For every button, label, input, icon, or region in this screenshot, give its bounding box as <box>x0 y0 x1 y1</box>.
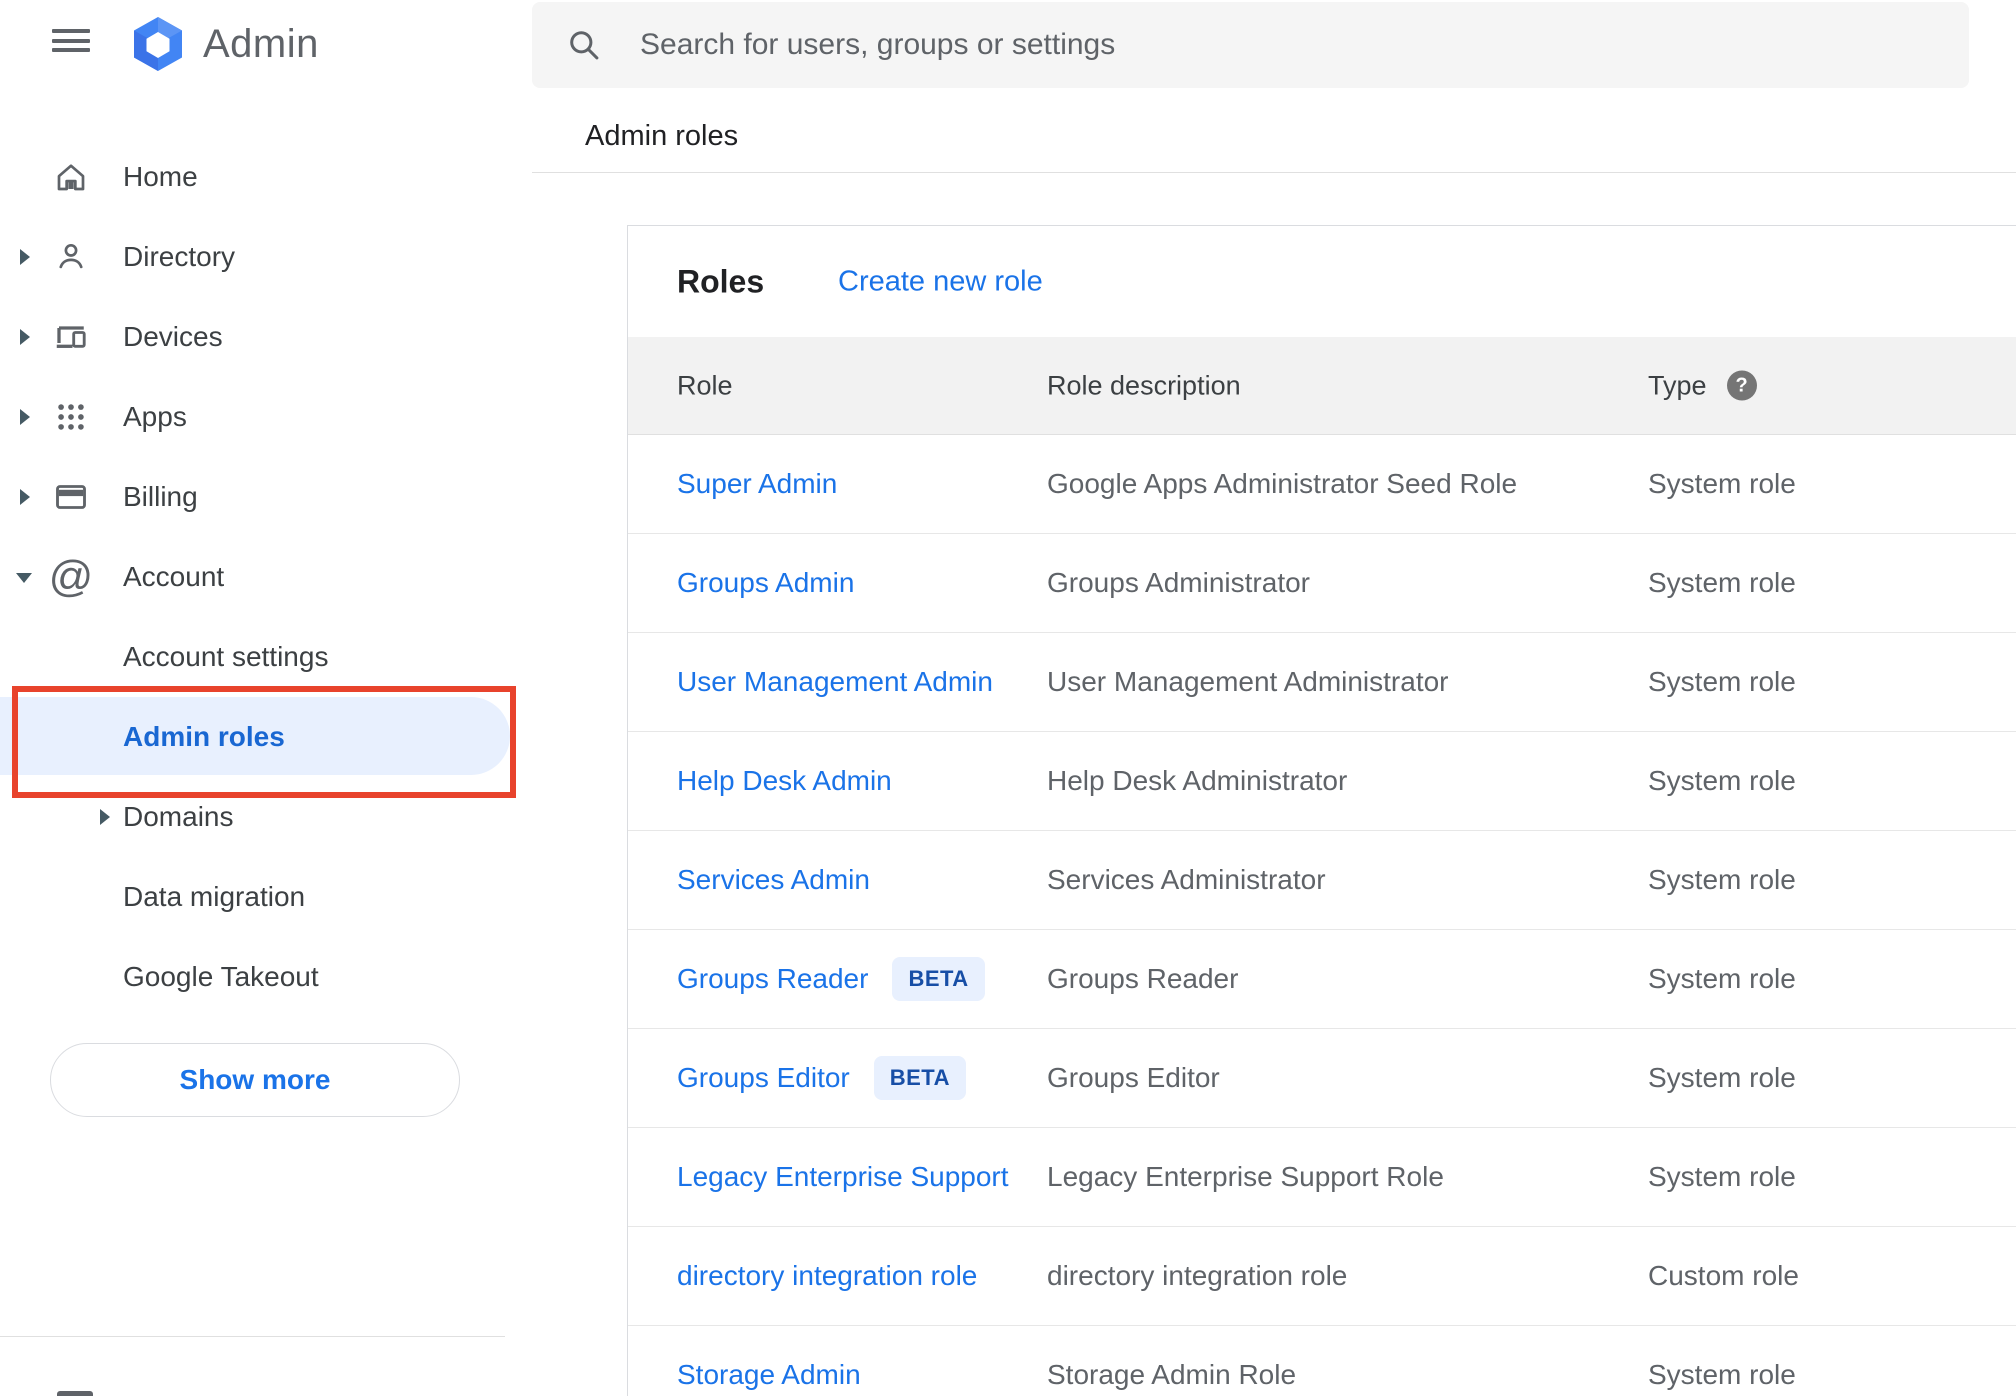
beta-badge: BETA <box>892 957 985 1001</box>
roles-card: Roles Create new role Role Role descript… <box>627 225 2016 1396</box>
sidebar-item-label: Home <box>123 161 198 192</box>
chevron-right-icon[interactable] <box>20 329 30 345</box>
role-type: System role <box>1648 765 1796 796</box>
sidebar-item-data-migration[interactable]: Data migration <box>0 857 510 937</box>
role-description: Google Apps Administrator Seed Role <box>1047 468 1518 499</box>
role-description: Groups Reader <box>1047 963 1239 994</box>
create-new-role-link[interactable]: Create new role <box>838 265 1043 298</box>
roles-title: Roles <box>677 263 765 299</box>
table-row: directory integration role directory int… <box>628 1227 2016 1326</box>
role-description: Storage Admin Role <box>1047 1359 1297 1390</box>
role-type: System role <box>1648 468 1796 499</box>
role-type: System role <box>1648 1161 1796 1192</box>
billing-card-icon <box>52 475 90 519</box>
sidebar-item-label: Domains <box>123 801 234 832</box>
admin-logo: Admin <box>129 16 319 72</box>
role-description: Help Desk Administrator <box>1047 765 1348 796</box>
help-icon[interactable]: ? <box>1726 370 1757 401</box>
chevron-down-icon[interactable] <box>16 573 32 583</box>
sidebar-item-billing[interactable]: Billing <box>0 457 510 537</box>
sidebar-item-label: Billing <box>123 481 198 512</box>
chevron-right-icon[interactable] <box>20 409 30 425</box>
role-type: System role <box>1648 963 1796 994</box>
sidebar-item-domains[interactable]: Domains <box>0 777 510 857</box>
role-link[interactable]: Legacy Enterprise Support <box>677 1161 1009 1193</box>
chevron-right-icon[interactable] <box>100 809 110 825</box>
at-sign-icon: @ <box>48 552 94 601</box>
role-description: Legacy Enterprise Support Role <box>1047 1161 1444 1192</box>
table-header-row: Role Role description Type ? <box>628 337 2016 435</box>
sidebar-item-directory[interactable]: Directory <box>0 217 510 297</box>
role-link[interactable]: Services Admin <box>677 864 870 896</box>
role-type: Custom role <box>1648 1260 1799 1291</box>
role-description: User Management Administrator <box>1047 666 1449 697</box>
role-description: directory integration role <box>1047 1260 1348 1291</box>
sidebar-item-label: Google Takeout <box>123 961 319 992</box>
sidebar-item-label: Account settings <box>123 641 329 672</box>
role-link[interactable]: Groups Admin <box>677 567 854 599</box>
sidebar-item-label: Directory <box>123 241 236 272</box>
role-description: Services Administrator <box>1047 864 1326 895</box>
role-description: Groups Administrator <box>1047 567 1310 598</box>
sidebar-item-devices[interactable]: Devices <box>0 297 510 377</box>
role-type: System role <box>1648 1359 1796 1390</box>
show-more-button[interactable]: Show more <box>50 1043 460 1117</box>
sidebar-item-apps[interactable]: Apps <box>0 377 510 457</box>
table-row: Storage Admin Storage Admin Role System … <box>628 1326 2016 1396</box>
devices-icon <box>52 315 90 359</box>
partial-bottom-icon <box>57 1391 93 1396</box>
table-row: Groups Admin Groups Administrator System… <box>628 534 2016 633</box>
app-title: Admin <box>203 21 319 66</box>
google-admin-console: Admin Admin roles Home <box>0 0 2016 1396</box>
role-link[interactable]: Groups Editor <box>677 1062 850 1094</box>
sidebar-item-account-settings[interactable]: Account settings <box>0 617 510 697</box>
table-row: Help Desk Admin Help Desk Administrator … <box>628 732 2016 831</box>
breadcrumb-divider <box>532 172 2016 173</box>
sidebar: Home Directory Devices Apps Billing @ Ac… <box>0 137 510 1017</box>
apps-grid-icon <box>52 395 90 439</box>
search-icon <box>570 31 599 60</box>
role-link[interactable]: Storage Admin <box>677 1359 861 1391</box>
sidebar-item-account[interactable]: @ Account <box>0 537 510 617</box>
breadcrumb: Admin roles <box>585 120 739 152</box>
table-row: Groups Editor BETA Groups Editor System … <box>628 1029 2016 1128</box>
role-link[interactable]: Help Desk Admin <box>677 765 892 797</box>
sidebar-item-home[interactable]: Home <box>0 137 510 217</box>
role-link[interactable]: User Management Admin <box>677 666 993 698</box>
role-type: System role <box>1648 1062 1796 1093</box>
column-header-type: Type <box>1648 370 1707 400</box>
search-bar[interactable] <box>532 2 1969 88</box>
sidebar-item-admin-roles[interactable]: Admin roles <box>0 697 510 777</box>
role-link[interactable]: directory integration role <box>677 1260 977 1292</box>
table-row: Legacy Enterprise Support Legacy Enterpr… <box>628 1128 2016 1227</box>
role-type: System role <box>1648 864 1796 895</box>
sidebar-item-label: Admin roles <box>123 721 285 752</box>
role-link[interactable]: Groups Reader <box>677 963 868 995</box>
sidebar-bottom-divider <box>0 1336 505 1337</box>
role-link[interactable]: Super Admin <box>677 468 837 500</box>
sidebar-item-label: Data migration <box>123 881 306 912</box>
sidebar-item-label: Apps <box>123 401 187 432</box>
roles-card-header: Roles Create new role <box>628 226 2016 337</box>
person-icon <box>52 235 90 279</box>
role-type: System role <box>1648 666 1796 697</box>
table-row: Groups Reader BETA Groups Reader System … <box>628 930 2016 1029</box>
table-row: Services Admin Services Administrator Sy… <box>628 831 2016 930</box>
chevron-right-icon[interactable] <box>20 249 30 265</box>
search-input[interactable] <box>638 27 1842 63</box>
role-type: System role <box>1648 567 1796 598</box>
table-row: Super Admin Google Apps Administrator Se… <box>628 435 2016 534</box>
beta-badge: BETA <box>873 1056 967 1100</box>
menu-hamburger-icon[interactable] <box>52 29 90 53</box>
sidebar-item-google-takeout[interactable]: Google Takeout <box>0 937 510 1017</box>
home-icon <box>52 155 90 199</box>
role-description: Groups Editor <box>1047 1062 1220 1093</box>
column-header-description: Role description <box>1047 370 1241 400</box>
chevron-right-icon[interactable] <box>20 489 30 505</box>
sidebar-item-label: Account <box>123 561 225 592</box>
sidebar-item-label: Devices <box>123 321 223 352</box>
table-row: User Management Admin User Management Ad… <box>628 633 2016 732</box>
column-header-role: Role <box>677 370 733 400</box>
admin-hexagon-logo-icon <box>134 17 182 71</box>
